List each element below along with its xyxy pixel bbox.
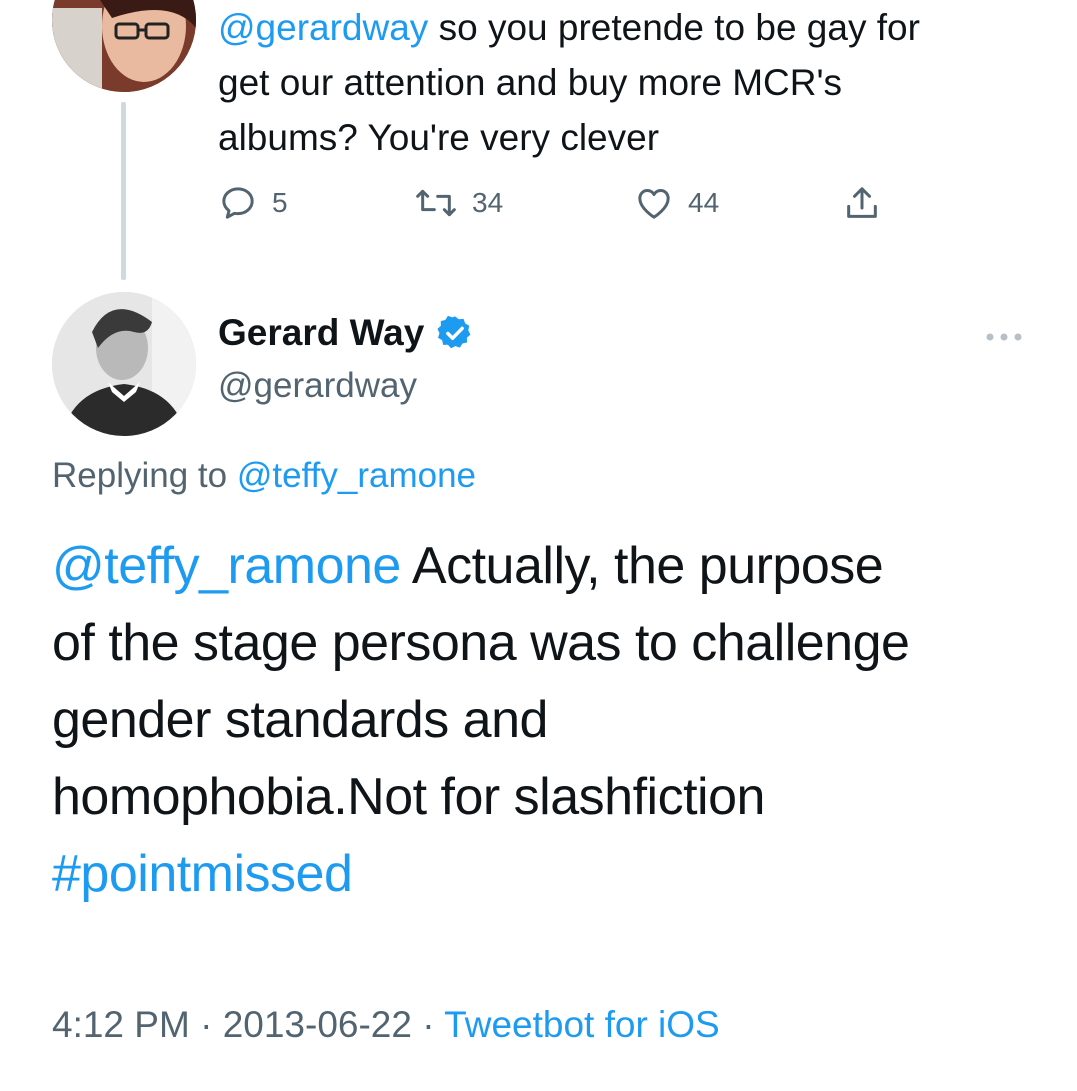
retweet-icon bbox=[416, 189, 456, 217]
tweet-action-bar: 5 34 44 bbox=[218, 178, 918, 228]
tweet-text-line4: homophobia.Not for slashfiction bbox=[52, 768, 765, 826]
display-name-text: Gerard Way bbox=[218, 312, 425, 353]
verified-badge-icon bbox=[437, 315, 471, 349]
more-options-icon bbox=[986, 333, 1022, 341]
tweet-text-line3: gender standards and bbox=[52, 691, 548, 749]
tweet-text: @teffy_ramone Actually, the purpose of t… bbox=[52, 528, 1052, 913]
author-avatar[interactable] bbox=[52, 292, 196, 436]
reply-text-line2: get our attention and buy more MCR's bbox=[218, 62, 843, 103]
tweet-meta: 4:12 PM · 2013-06-22 · Tweetbot for iOS bbox=[52, 1004, 720, 1046]
reply-author-avatar-image bbox=[52, 0, 196, 92]
tweet-thread: @gerardway so you pretende to be gay for… bbox=[0, 0, 1077, 1091]
retweet-button[interactable]: 34 bbox=[414, 178, 503, 228]
author-avatar-image bbox=[52, 292, 196, 436]
reply-text-line3: albums? You're very clever bbox=[218, 117, 660, 158]
heart-icon bbox=[638, 189, 670, 219]
author-handle[interactable]: @gerardway bbox=[218, 366, 417, 406]
reply-tweet-text: @gerardway so you pretende to be gay for… bbox=[218, 0, 1048, 165]
tweet-date: 2013-06-22 bbox=[222, 1004, 412, 1045]
reply-button[interactable]: 5 bbox=[218, 178, 288, 228]
thread-connector-line bbox=[121, 102, 126, 280]
share-icon bbox=[847, 187, 877, 218]
reply-count: 5 bbox=[272, 187, 288, 218]
hashtag-link[interactable]: #pointmissed bbox=[52, 845, 353, 903]
tweet-text-line2: of the stage persona was to challenge bbox=[52, 614, 910, 672]
reply-text-line1: so you pretende to be gay for bbox=[428, 7, 920, 48]
tweet-text-line1: Actually, the purpose bbox=[400, 537, 884, 595]
reply-author-avatar[interactable] bbox=[52, 0, 196, 92]
retweet-count: 34 bbox=[472, 187, 504, 218]
reply-icon bbox=[222, 187, 254, 219]
mention-link[interactable]: @gerardway bbox=[218, 7, 428, 48]
mention-link[interactable]: @teffy_ramone bbox=[52, 537, 401, 595]
replying-to-link[interactable]: @teffy_ramone bbox=[237, 456, 476, 495]
more-options-button[interactable] bbox=[982, 322, 1026, 352]
author-display-name[interactable]: Gerard Way bbox=[218, 312, 474, 354]
meta-separator: · bbox=[411, 1004, 445, 1045]
like-count: 44 bbox=[688, 187, 720, 218]
share-button[interactable] bbox=[842, 178, 882, 228]
meta-separator: · bbox=[189, 1004, 223, 1045]
tweet-time: 4:12 PM bbox=[52, 1004, 190, 1045]
tweet-source-link[interactable]: Tweetbot for iOS bbox=[444, 1004, 720, 1045]
replying-prefix: Replying to bbox=[52, 456, 237, 495]
like-button[interactable]: 44 bbox=[634, 178, 719, 228]
replying-to-line: Replying to @teffy_ramone bbox=[52, 456, 476, 496]
